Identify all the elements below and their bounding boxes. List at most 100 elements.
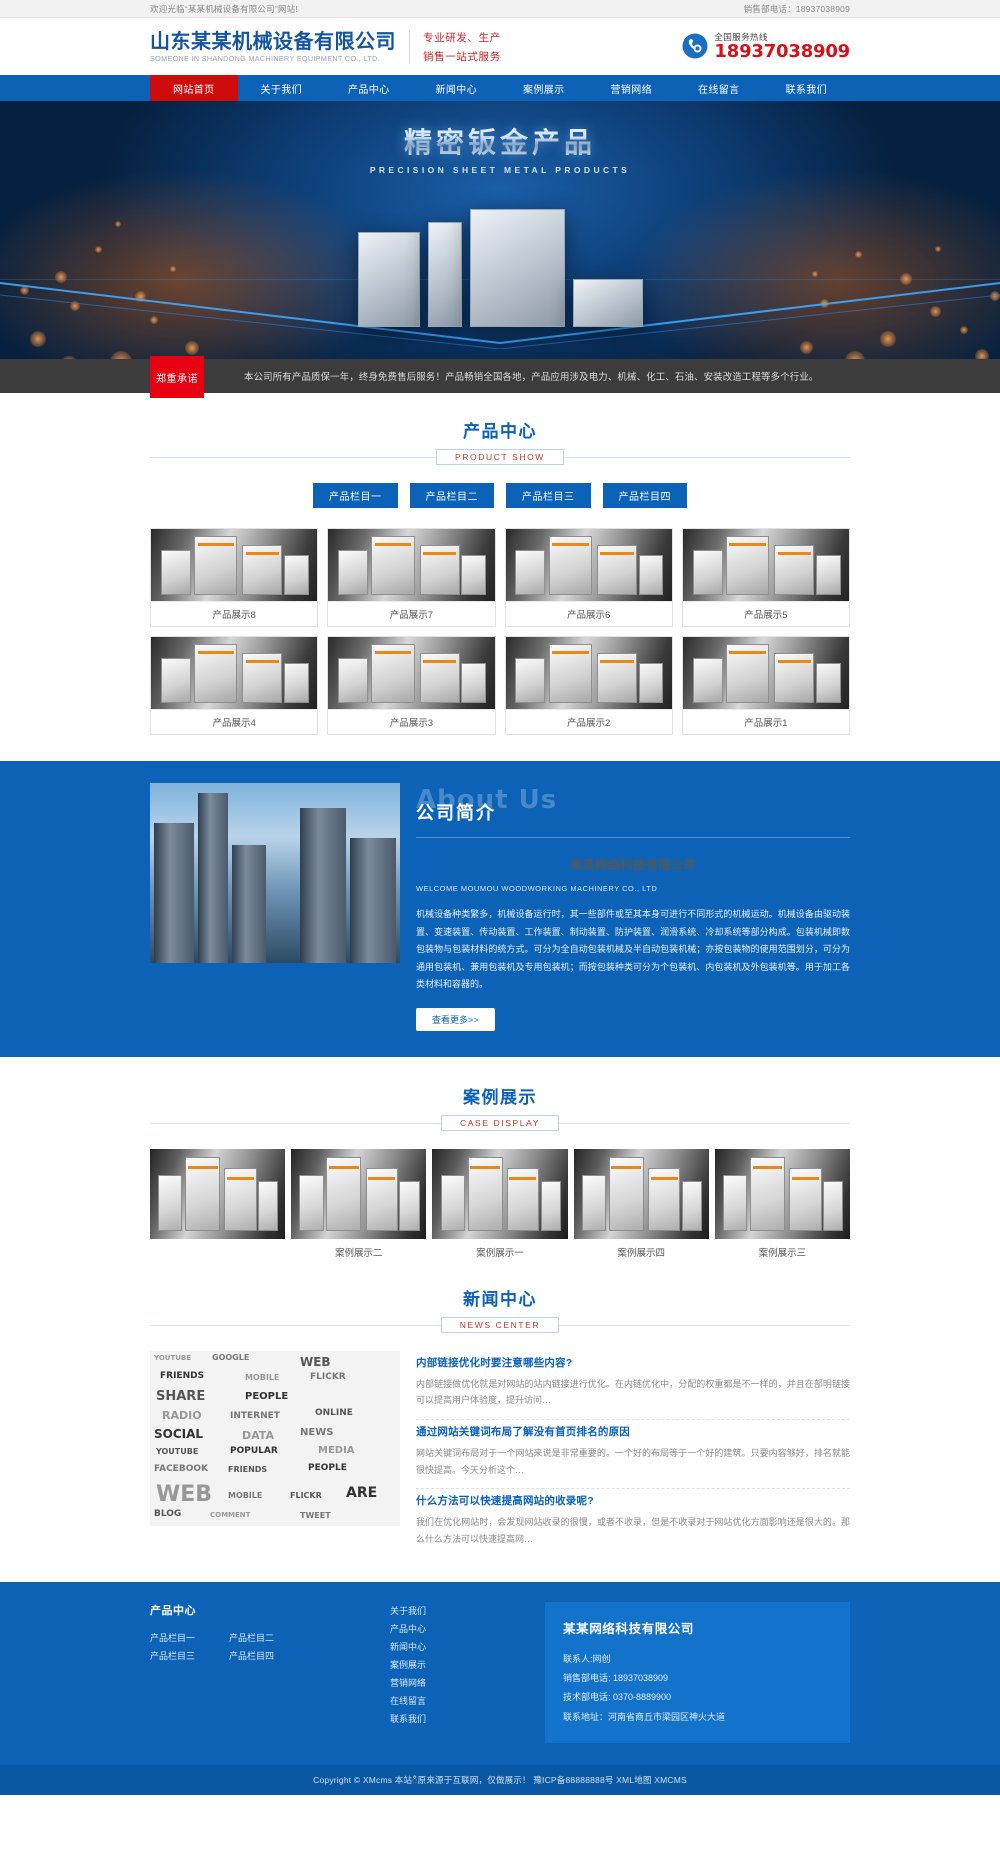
nav-item-2[interactable]: 产品中心 [325, 75, 413, 101]
banner-title-en: PRECISION SHEET METAL PRODUCTS [369, 165, 631, 175]
case-card[interactable]: 案例展示一 [432, 1148, 568, 1265]
product-machine-slot [423, 551, 457, 555]
case-card[interactable] [150, 1148, 286, 1265]
product-card[interactable]: 产品展示4 [150, 636, 319, 735]
footer-nav-link-6[interactable]: 联系我们 [390, 1710, 426, 1728]
logo[interactable]: 山东某某机械设备有限公司 SOMEONE IN SHANDONG MACHINE… [150, 30, 396, 63]
news-image-word: MOBILE [228, 1490, 263, 1500]
news-image-word: ARE [346, 1484, 378, 1501]
news-list: 内部链接优化时要注意哪些内容? 内部链接做优化就是对网站的站内链接进行优化。在内链… [416, 1351, 850, 1558]
case-name: 案例展示二 [335, 1247, 383, 1259]
news-image-word: PEOPLE [308, 1462, 347, 1473]
footer-company-name: 某某网络科技有限公司 [563, 1621, 695, 1636]
news-item[interactable]: 内部链接优化时要注意哪些内容? 内部链接做优化就是对网站的站内链接进行优化。在内链… [416, 1351, 850, 1421]
case-card[interactable]: 案例展示三 [714, 1148, 850, 1265]
news-image-word: PEOPLE [245, 1390, 289, 1402]
case-thumbnail[interactable] [432, 1148, 568, 1239]
news-image-word: COMMENT [210, 1510, 251, 1519]
site-header: 山东某某机械设备有限公司 SOMEONE IN SHANDONG MACHINE… [0, 18, 1000, 75]
product-category-1[interactable]: 产品栏目二 [409, 483, 494, 508]
product-machine-shape [692, 550, 723, 595]
product-thumbnail[interactable] [682, 529, 849, 601]
main-navigation[interactable]: 网站首页 关于我们 产品中心 新闻中心 案例展示 营销网络 在线留言 联系我们 [0, 75, 1000, 101]
product-category-2[interactable]: 产品栏目三 [506, 483, 591, 508]
product-thumbnail[interactable] [328, 529, 495, 601]
nav-item-6[interactable]: 在线留言 [675, 75, 763, 101]
case-thumbnail[interactable] [573, 1148, 709, 1239]
footer-product-link-0[interactable]: 产品栏目一 [150, 1629, 195, 1647]
about-more-button[interactable]: 查看更多>> [416, 1007, 495, 1031]
product-machine-shape [338, 658, 369, 703]
nav-item-4[interactable]: 案例展示 [500, 75, 588, 101]
news-item-title[interactable]: 通过网站关键词布局了解没有首页排名的原因 [416, 1424, 850, 1439]
case-card[interactable]: 案例展示四 [573, 1148, 709, 1265]
product-thumbnail[interactable] [328, 637, 495, 709]
product-machine-shape [284, 555, 309, 595]
case-thumbnail[interactable] [291, 1148, 427, 1239]
product-thumbnail[interactable] [151, 529, 318, 601]
footer-products-links-right[interactable]: 产品栏目二 产品栏目四 [229, 1629, 274, 1665]
banner-bokeh-dot [60, 356, 78, 359]
product-card[interactable]: 产品展示3 [327, 636, 496, 735]
product-thumbnail[interactable] [151, 637, 318, 709]
news-image-word: DATA [242, 1428, 274, 1442]
product-machine-shape [822, 1181, 844, 1231]
product-thumbnail[interactable] [505, 637, 672, 709]
footer-nav-link-3[interactable]: 案例展示 [390, 1656, 426, 1674]
product-card[interactable]: 产品展示1 [681, 636, 850, 735]
banner-title-group: 精密钣金产品 PRECISION SHEET METAL PRODUCTS [0, 121, 1000, 175]
news-image-word: WEB [300, 1354, 331, 1369]
product-category-tabs[interactable]: 产品栏目一 产品栏目二 产品栏目三 产品栏目四 [150, 483, 850, 508]
product-machine-slot [374, 542, 412, 546]
promise-bar: 郑重承诺 本公司所有产品质保一年，终身免费售后服务！产品畅销全国各地，产品应用涉… [0, 356, 1000, 398]
nav-item-7[interactable]: 联系我们 [763, 75, 851, 101]
product-machine-slot [197, 650, 235, 654]
product-machine-slot [777, 551, 811, 555]
footer-products-links-left[interactable]: 产品栏目一 产品栏目三 [150, 1629, 195, 1665]
about-description: 机械设备种类繁多，机械设备运行时，其一些部件或至其本身可进行不同形式的机械运动。… [416, 909, 850, 990]
footer-product-link-0[interactable]: 产品栏目二 [229, 1629, 274, 1647]
news-image-word: NEWS [300, 1426, 334, 1438]
nav-item-5[interactable]: 营销网络 [588, 75, 676, 101]
news-image-word: POPULAR [230, 1445, 278, 1456]
footer-nav-link-4[interactable]: 营销网络 [390, 1674, 426, 1692]
product-category-3[interactable]: 产品栏目四 [602, 483, 687, 508]
product-machine-slot [245, 551, 279, 555]
product-name: 产品展示3 [328, 709, 495, 734]
footer-product-link-1[interactable]: 产品栏目四 [229, 1647, 274, 1665]
nav-item-1[interactable]: 关于我们 [238, 75, 326, 101]
product-machine-slot [777, 659, 811, 663]
product-machine-shape [515, 550, 546, 595]
news-item-title[interactable]: 什么方法可以快速提高网站的收录呢? [416, 1493, 850, 1508]
product-card[interactable]: 产品展示5 [681, 528, 850, 627]
news-item[interactable]: 通过网站关键词布局了解没有首页排名的原因 网站关键词布局对于一个网站来说是非常重要… [416, 1420, 850, 1490]
product-machine-slot [187, 1165, 218, 1169]
news-item-summary: 内部链接做优化就是对网站的站内链接进行优化。在内链优化中，分配的权重都是不一样的… [416, 1378, 850, 1406]
product-thumbnail[interactable] [682, 637, 849, 709]
news-image-word: FRIENDS [228, 1464, 268, 1474]
footer-nav-link-2[interactable]: 新闻中心 [390, 1638, 426, 1656]
footer-nav-link-0[interactable]: 关于我们 [390, 1602, 426, 1620]
product-category-0[interactable]: 产品栏目一 [313, 483, 398, 508]
product-card[interactable]: 产品展示6 [504, 528, 673, 627]
news-item-title[interactable]: 内部链接优化时要注意哪些内容? [416, 1355, 850, 1370]
case-thumbnail[interactable] [714, 1148, 850, 1239]
footer-nav-column[interactable]: 关于我们 产品中心 新闻中心 案例展示 营销网络 在线留言 联系我们 [360, 1602, 545, 1743]
product-card[interactable]: 产品展示7 [327, 528, 496, 627]
news-image-word: RADIO [162, 1408, 202, 1422]
case-section: 案例展示 CASE DISPLAY 案例展示二 案例展示一 案例展示四 案例展示三 [0, 1057, 1000, 1265]
case-card[interactable]: 案例展示二 [291, 1148, 427, 1265]
nav-item-3[interactable]: 新闻中心 [413, 75, 501, 101]
case-thumbnail[interactable] [150, 1148, 286, 1239]
product-thumbnail[interactable] [505, 529, 672, 601]
footer-nav-link-1[interactable]: 产品中心 [390, 1620, 426, 1638]
news-item[interactable]: 什么方法可以快速提高网站的收录呢? 我们在优化网站时，会发现网站收录的很慢，或者不… [416, 1489, 850, 1557]
product-card[interactable]: 产品展示8 [150, 528, 319, 627]
nav-item-0[interactable]: 网站首页 [150, 75, 238, 101]
product-machine-shape [160, 550, 191, 595]
footer-nav-link-5[interactable]: 在线留言 [390, 1692, 426, 1710]
footer-product-link-1[interactable]: 产品栏目三 [150, 1647, 195, 1665]
product-card[interactable]: 产品展示2 [504, 636, 673, 735]
case-name: 案例展示三 [758, 1247, 807, 1259]
banner-panel-2 [427, 222, 462, 327]
